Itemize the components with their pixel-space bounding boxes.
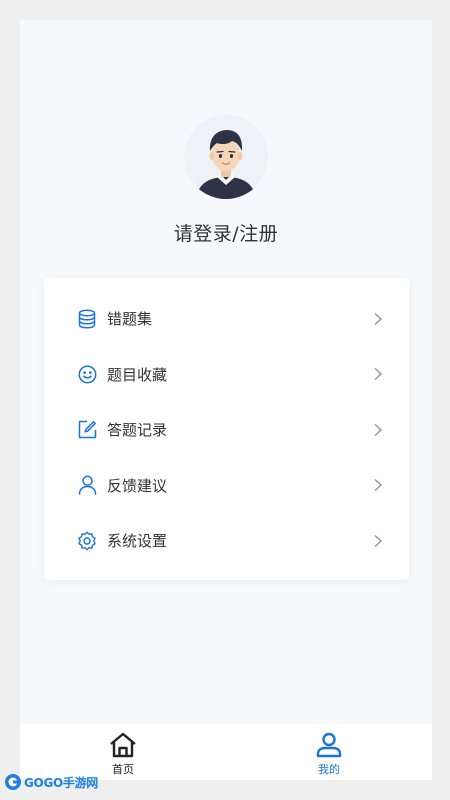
edit-icon — [77, 420, 97, 440]
profile-section: 请登录/注册 — [20, 115, 432, 246]
chevron-right-icon — [374, 534, 383, 547]
gear-icon — [77, 531, 97, 551]
menu-item-label: 系统设置 — [107, 532, 168, 551]
avatar[interactable] — [184, 115, 268, 199]
user-icon — [77, 475, 97, 495]
chevron-right-icon — [374, 312, 383, 325]
watermark-text: GOGO手游网 — [24, 775, 99, 790]
menu-item-answer-records[interactable]: 答题记录 — [44, 402, 409, 458]
menu-item-wrong-questions[interactable]: 错题集 — [44, 291, 409, 347]
user-icon — [316, 732, 342, 758]
database-icon — [77, 309, 97, 329]
tab-home-label: 首页 — [112, 763, 134, 776]
menu-item-label: 错题集 — [107, 310, 153, 329]
chevron-right-icon — [374, 423, 383, 436]
menu-item-feedback[interactable]: 反馈建议 — [44, 458, 409, 514]
watermark: GOGO手游网 — [4, 772, 98, 792]
menu-card: 错题集 题目收藏 答题记录 反馈建议 系统设置 — [44, 278, 409, 580]
chevron-right-icon — [374, 479, 383, 492]
chevron-right-icon — [374, 368, 383, 381]
tab-mine[interactable]: 我的 — [226, 724, 432, 780]
smile-icon — [77, 364, 97, 384]
tab-mine-label: 我的 — [318, 763, 340, 776]
menu-item-favorites[interactable]: 题目收藏 — [44, 347, 409, 403]
menu-item-settings[interactable]: 系统设置 — [44, 513, 409, 569]
app-screen: 请登录/注册 错题集 题目收藏 答题记录 反馈建议 系统设置 首页 我的 — [20, 20, 432, 780]
avatar-illustration — [184, 115, 268, 199]
watermark-logo-icon — [5, 774, 21, 790]
menu-item-label: 题目收藏 — [107, 365, 168, 384]
menu-item-label: 答题记录 — [107, 421, 168, 440]
home-icon — [110, 732, 136, 758]
menu-item-label: 反馈建议 — [107, 476, 168, 495]
login-register-link[interactable]: 请登录/注册 — [174, 219, 278, 246]
